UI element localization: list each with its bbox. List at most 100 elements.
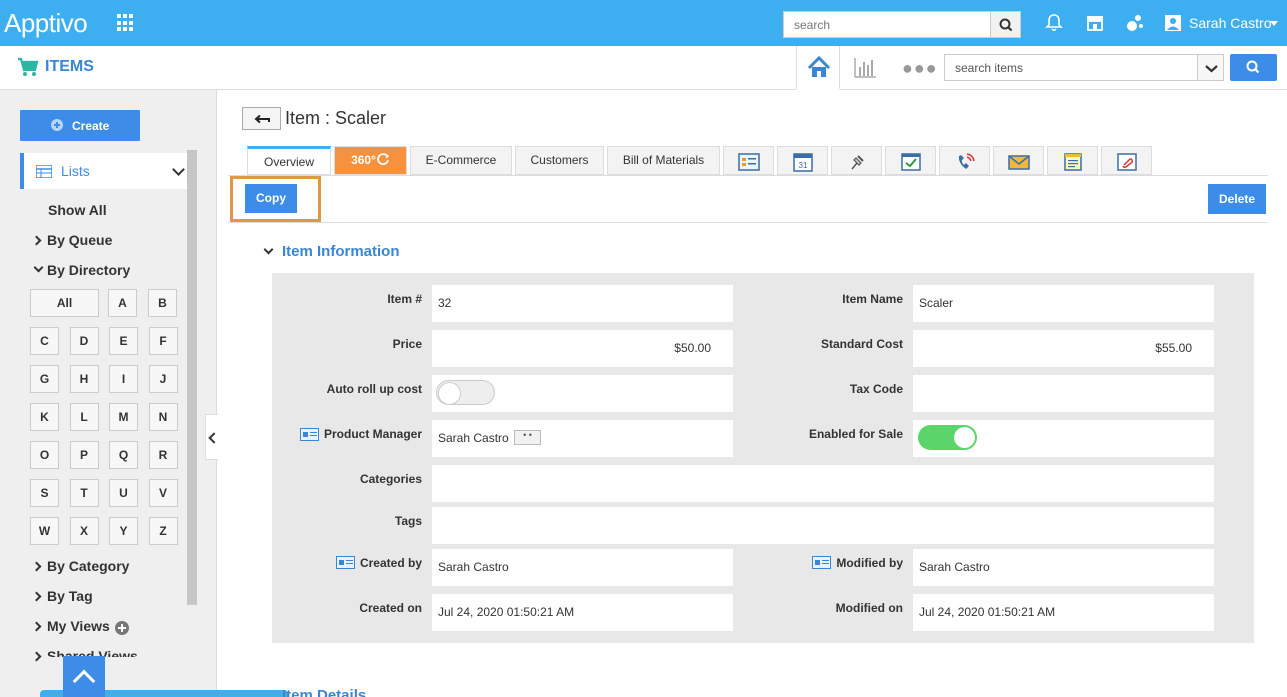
user-avatar-icon[interactable] [1164,14,1184,34]
tags-field[interactable] [432,507,1214,544]
global-search-button[interactable] [990,11,1021,38]
directory-letter-s[interactable]: S [30,479,59,507]
directory-letter-y[interactable]: Y [109,517,138,545]
copy-button[interactable]: Copy [245,184,297,213]
directory-letter-w[interactable]: W [30,517,59,545]
actions-divider [228,222,1268,223]
directory-letter-n[interactable]: N [148,403,178,431]
user-menu-caret-icon[interactable] [1270,21,1278,26]
tax-code-field[interactable] [913,375,1214,412]
sidebar-collapse-button[interactable] [205,414,218,460]
global-search-input[interactable]: search [783,11,991,38]
created-on-field[interactable]: Jul 24, 2020 01:50:21 AM [432,594,733,631]
auto-rollup-toggle[interactable] [436,380,495,405]
auto-rollup-label: Auto roll up cost [326,382,422,396]
app-logo[interactable]: Apptivo [4,8,88,39]
section-title-item-details[interactable]: Item Details [282,687,366,697]
tab-notes-list[interactable] [723,146,774,175]
tax-code-label: Tax Code [849,382,903,396]
directory-letter-g[interactable]: G [30,365,59,393]
directory-letter-z[interactable]: Z [148,517,178,545]
directory-letter-u[interactable]: U [109,479,138,507]
modified-by-field[interactable]: Sarah Castro [913,549,1214,586]
tab-360[interactable]: 360° [334,146,407,175]
directory-letter-a[interactable]: A [108,289,137,317]
tab-tasks[interactable] [885,146,936,175]
tab-calendar[interactable]: 31 [777,146,828,175]
apps-grid-icon[interactable] [117,14,135,32]
add-view-icon[interactable] [115,621,129,635]
categories-label: Categories [359,472,422,486]
sidebar-scrollbar-thumb[interactable] [187,150,197,605]
directory-letter-q[interactable]: Q [109,441,138,469]
tab-customers[interactable]: Customers [515,146,604,175]
directory-letter-t[interactable]: T [69,479,99,507]
enabled-for-sale-toggle[interactable] [918,425,977,450]
price-field[interactable]: $50.00 [432,330,733,367]
directory-letter-x[interactable]: X [69,517,99,545]
directory-letter-all[interactable]: All [30,289,99,317]
connections-icon[interactable] [1125,13,1145,33]
directory-letter-e[interactable]: E [109,327,138,355]
delete-button[interactable]: Delete [1208,184,1266,214]
section-title-item-information[interactable]: Item Information [282,243,400,260]
tab-notes[interactable] [1047,146,1098,175]
directory-letter-h[interactable]: H [69,365,99,393]
modified-on-field[interactable]: Jul 24, 2020 01:50:21 AM [913,594,1214,631]
directory-letter-f[interactable]: F [148,327,178,355]
user-name[interactable]: Sarah Castro [1189,15,1271,31]
directory-letter-b[interactable]: B [148,289,177,317]
by-category-link[interactable]: By Category [47,558,129,574]
directory-letter-j[interactable]: J [148,365,178,393]
directory-letter-p[interactable]: P [69,441,99,469]
item-number-field[interactable]: 32 [432,285,733,322]
scroll-to-top-button[interactable] [63,656,105,697]
home-tab[interactable] [796,46,840,90]
directory-letter-k[interactable]: K [30,403,59,431]
create-button[interactable]: Create [20,110,140,141]
modified-by-label: Modified by [836,556,903,570]
item-name-field[interactable]: Scaler [913,285,1214,322]
by-queue-link[interactable]: By Queue [47,232,112,248]
store-icon[interactable] [1085,13,1105,33]
envelope-icon [1007,155,1030,170]
directory-letter-i[interactable]: I [109,365,138,393]
by-tag-link[interactable]: By Tag [47,588,93,604]
more-options-icon[interactable]: ●●● [902,58,938,79]
directory-letter-o[interactable]: O [30,441,59,469]
my-views-link[interactable]: My Views [47,618,110,634]
directory-letter-m[interactable]: M [109,403,138,431]
tab-calls[interactable] [939,146,990,175]
standard-cost-field[interactable]: $55.00 [913,330,1214,367]
tab-ecommerce[interactable]: E-Commerce [410,146,512,175]
tab-pin[interactable] [831,146,882,175]
tab-bill-of-materials[interactable]: Bill of Materials [607,146,720,175]
directory-letter-v[interactable]: V [148,479,178,507]
by-directory-link[interactable]: By Directory [47,262,130,278]
categories-field[interactable] [432,465,1214,502]
directory-letter-l[interactable]: L [69,403,99,431]
chevron-down-icon[interactable] [263,244,274,255]
items-search-input[interactable]: search items [944,54,1198,81]
tab-attachments[interactable] [1101,146,1152,175]
directory-letter-c[interactable]: C [30,327,59,355]
module-title[interactable]: ITEMS [45,58,94,76]
product-manager-lookup-button[interactable]: • • [514,430,541,445]
show-all-link[interactable]: Show All [48,202,107,218]
back-button[interactable] [242,107,281,130]
analytics-icon[interactable] [852,56,878,80]
tab-email[interactable] [993,146,1044,175]
search-filter-dropdown[interactable] [1197,54,1224,81]
enabled-for-sale-label: Enabled for Sale [808,427,903,441]
items-search-button[interactable] [1230,54,1277,81]
created-by-label: Created by [359,556,422,570]
bell-icon[interactable] [1044,13,1064,33]
directory-letter-d[interactable]: D [69,327,99,355]
created-by-field[interactable]: Sarah Castro [432,549,733,586]
directory-letter-r[interactable]: R [148,441,178,469]
product-manager-field[interactable]: Sarah Castro • • [432,420,733,457]
chevron-down-icon [33,262,44,273]
standard-cost-label: Standard Cost [820,337,903,351]
lists-dropdown[interactable]: Lists [20,153,187,189]
tab-overview[interactable]: Overview [247,146,331,175]
